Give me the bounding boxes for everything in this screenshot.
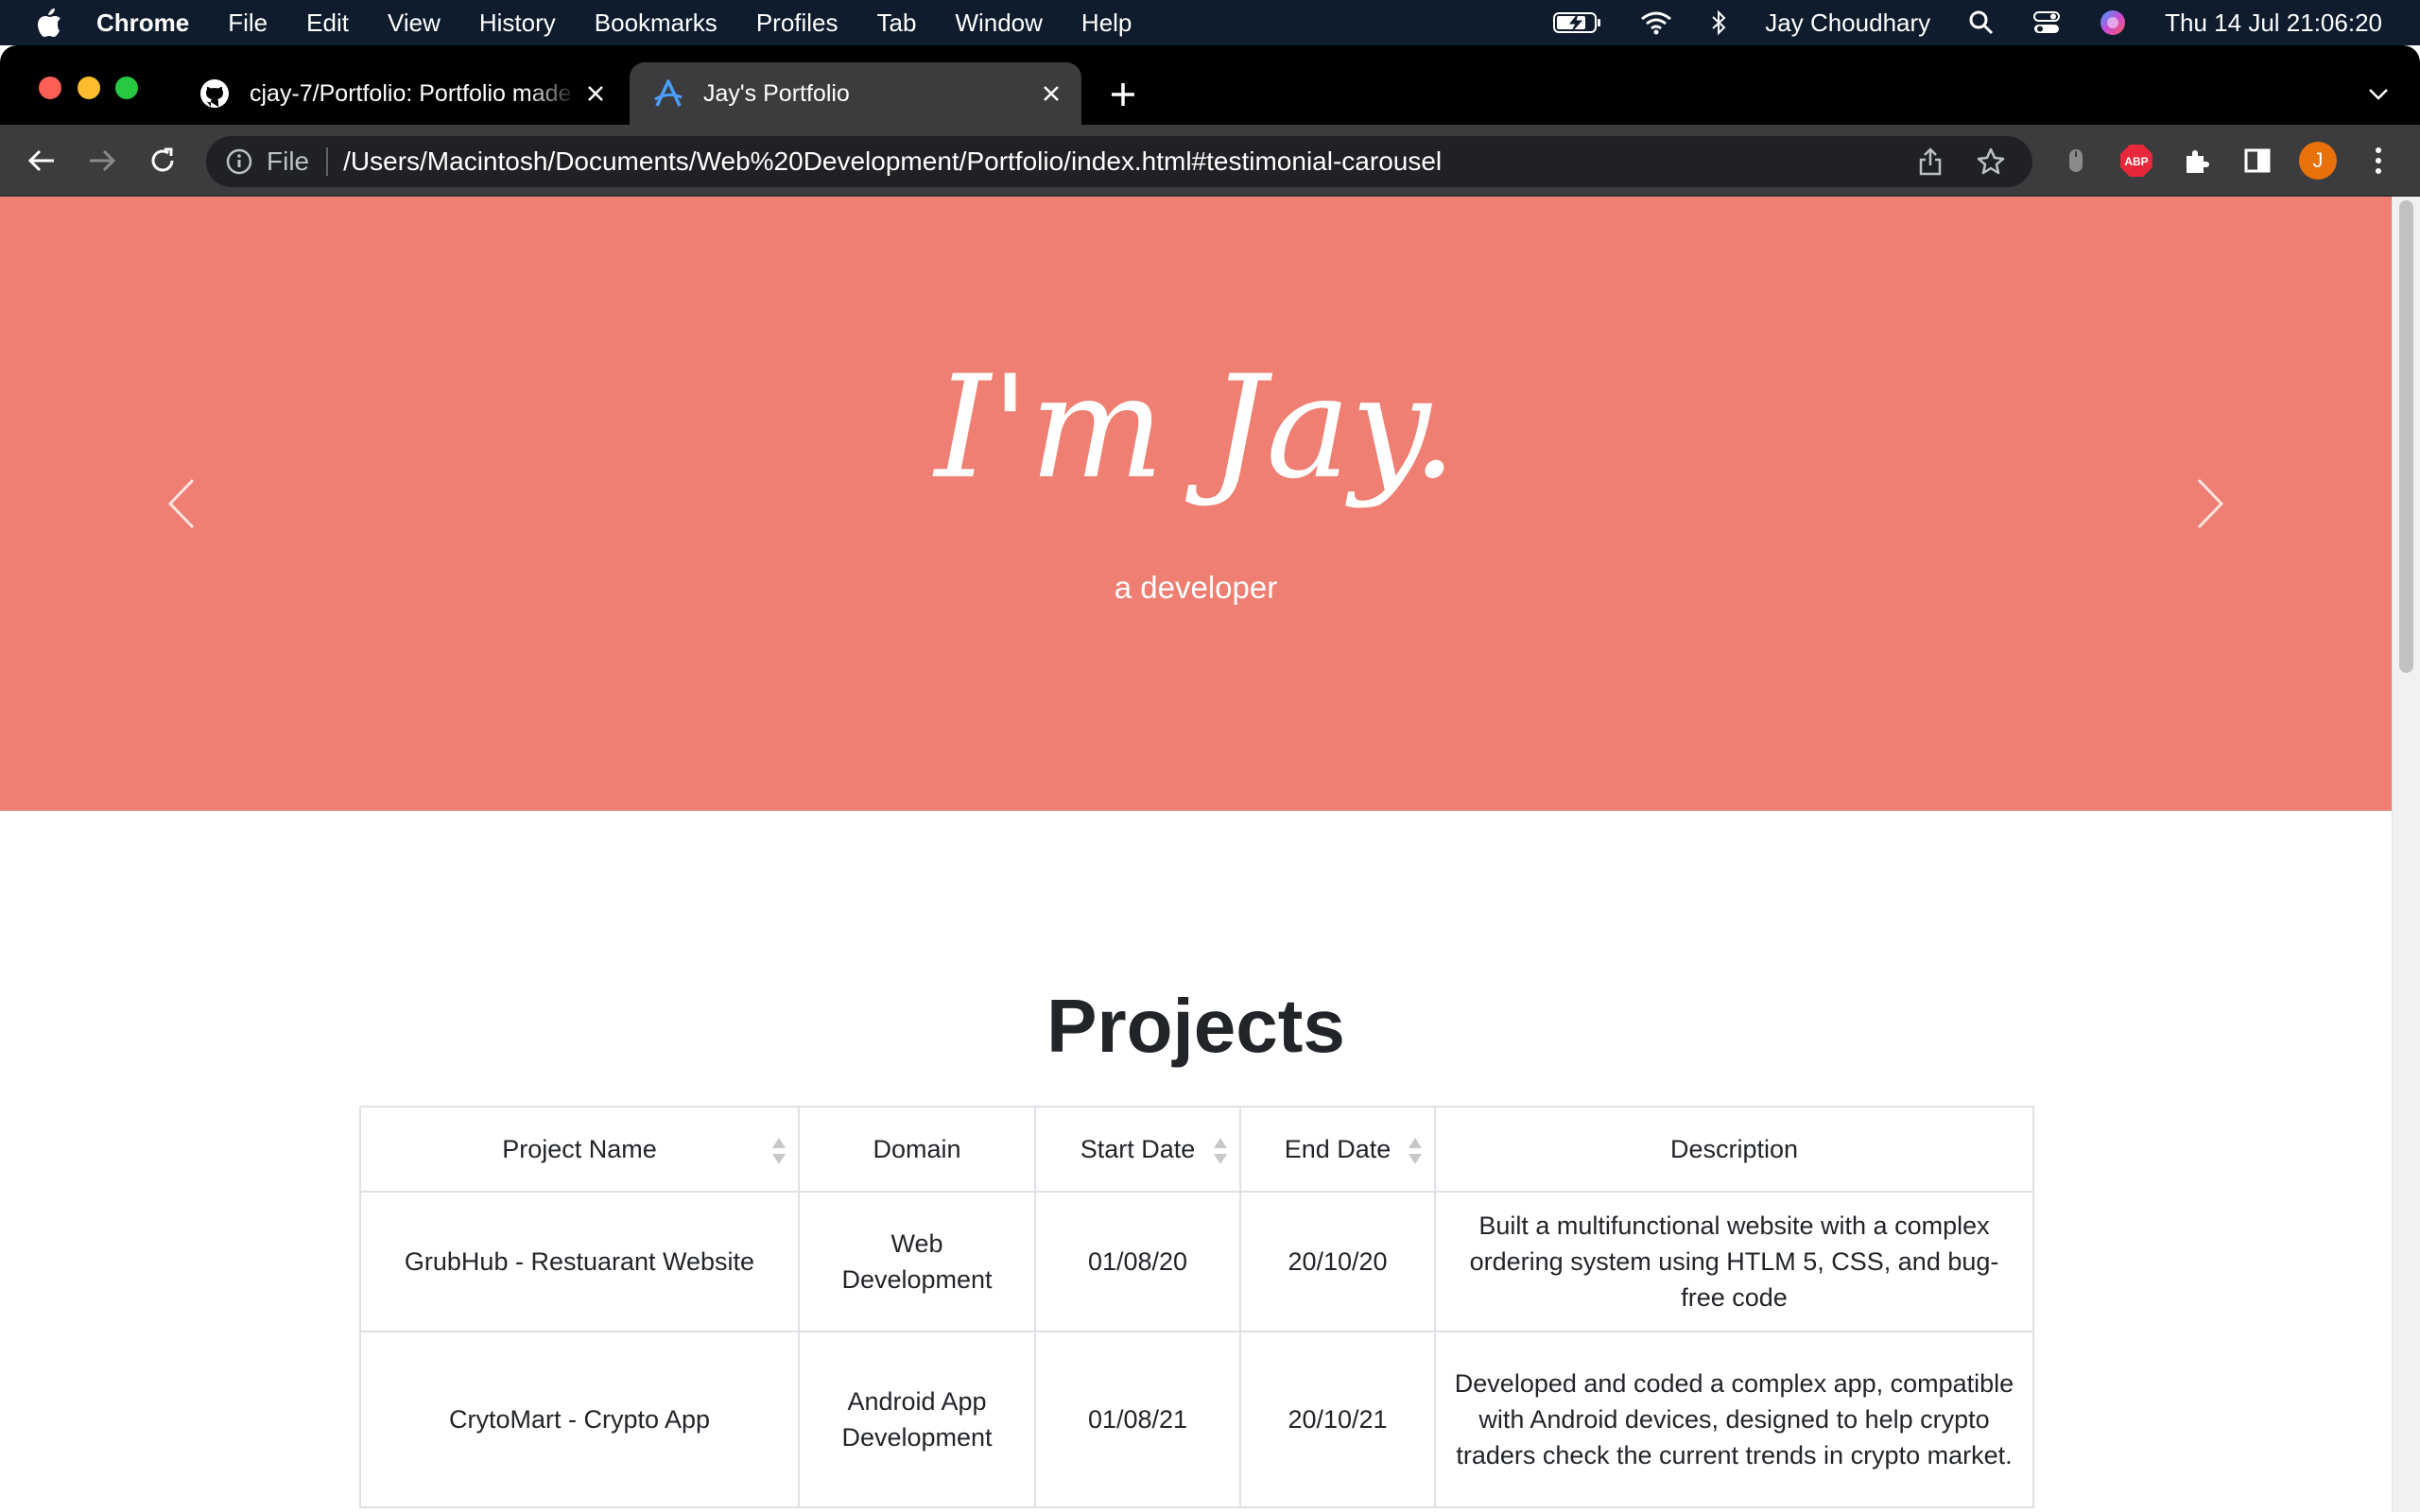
page-scrollbar[interactable] [2392,197,2420,1512]
sort-arrows-icon[interactable] [1213,1136,1228,1166]
window-close-button[interactable] [39,77,61,99]
github-icon [199,77,231,110]
cell-end-date: 20/10/21 [1239,1331,1436,1508]
menu-tab[interactable]: Tab [877,9,917,38]
menu-view[interactable]: View [388,9,441,38]
menu-profiles[interactable]: Profiles [756,9,838,38]
projects-heading: Projects [1046,984,1345,1068]
user-name[interactable]: Jay Choudhary [1765,9,1930,38]
more-options-kebab-icon[interactable] [2360,142,2397,180]
forward-arrow-icon[interactable] [83,142,121,180]
hero-title: I'm Jay. [934,346,1458,510]
url-scheme-label: File [267,146,310,176]
table-header-row: Project Name Domain Start Date End Date … [359,1106,2034,1193]
cell-project-name: GrubHub - Restuarant Website [359,1191,800,1332]
atom-icon [652,77,684,110]
apple-logo-icon[interactable] [36,8,64,38]
side-panel-icon[interactable] [2238,142,2276,180]
column-header-description: Description [1434,1106,2034,1193]
tab-title: cjay-7/Portfolio: Portfolio made using H… [250,79,577,107]
menu-help[interactable]: Help [1081,9,1132,38]
menu-app-chrome[interactable]: Chrome [96,9,189,38]
extension-mouse-icon[interactable] [2057,142,2095,180]
sort-arrows-icon[interactable] [771,1136,786,1166]
carousel-next-chevron-right-icon[interactable] [2191,475,2229,532]
new-tab-plus-icon[interactable] [1104,76,1142,113]
tab-github-portfolio[interactable]: cjay-7/Portfolio: Portfolio made using H… [176,62,626,125]
sort-arrows-icon[interactable] [1408,1136,1423,1166]
page-viewport[interactable]: I'm Jay. a developer Projects Project Na… [0,197,2420,1512]
profile-avatar[interactable]: J [2299,142,2337,180]
menu-history[interactable]: History [479,9,556,38]
browser-tab-strip: cjay-7/Portfolio: Portfolio made using H… [0,45,2420,125]
table-row: CrytoMart - Crypto App Android App Devel… [359,1331,2034,1508]
column-header-label: Domain [873,1135,961,1163]
scrollbar-thumb[interactable] [2399,200,2413,673]
column-header-domain: Domain [798,1106,1036,1193]
url-text[interactable]: /Users/Macintosh/Documents/Web%20Develop… [343,146,1442,177]
window-minimize-button[interactable] [78,77,100,99]
cell-project-name: CrytoMart - Crypto App [359,1331,800,1508]
cell-start-date: 01/08/21 [1034,1331,1241,1508]
extensions-puzzle-icon[interactable] [2178,142,2216,180]
menu-window[interactable]: Window [955,9,1042,38]
column-header-label: Project Name [502,1135,657,1163]
tab-close-icon[interactable] [577,75,614,112]
url-separator [326,147,329,176]
column-header-project-name[interactable]: Project Name [359,1106,800,1193]
cell-end-date: 20/10/20 [1239,1191,1436,1332]
projects-table: Project Name Domain Start Date End Date … [359,1106,2034,1508]
column-header-end-date[interactable]: End Date [1239,1106,1436,1193]
column-header-label: Start Date [1080,1135,1196,1163]
table-row: GrubHub - Restuarant Website Web Develop… [359,1191,2034,1332]
tab-title: Jay's Portfolio [703,79,850,107]
bookmark-star-icon[interactable] [1972,143,2010,180]
siri-icon[interactable] [2099,9,2127,37]
site-info-icon[interactable] [225,147,253,176]
spotlight-search-icon[interactable] [1968,9,1995,36]
address-bar[interactable]: File /Users/Macintosh/Documents/Web%20De… [206,136,2032,187]
share-icon[interactable] [1911,143,1949,180]
menu-file[interactable]: File [228,9,268,38]
window-zoom-button[interactable] [115,77,138,99]
column-header-start-date[interactable]: Start Date [1034,1106,1241,1193]
svg-text:ABP: ABP [2124,155,2148,168]
hero-subtitle: a developer [1114,570,1278,605]
tab-search-chevron-down-icon[interactable] [2361,77,2395,112]
menu-edit[interactable]: Edit [306,9,349,38]
browser-toolbar: File /Users/Macintosh/Documents/Web%20De… [0,125,2420,197]
menu-bookmarks[interactable]: Bookmarks [595,9,717,38]
bluetooth-icon[interactable] [1710,9,1727,36]
menubar-clock[interactable]: Thu 14 Jul 21:06:20 [2165,9,2382,38]
column-header-label: Description [1669,1135,1799,1163]
macos-menu-bar: Chrome File Edit View History Bookmarks … [0,0,2420,45]
cell-description: Built a multifunctional website with a c… [1434,1191,2034,1332]
adblock-plus-icon[interactable]: ABP [2118,142,2155,180]
cell-start-date: 01/08/20 [1034,1191,1241,1332]
hero-carousel: I'm Jay. a developer [0,197,2392,811]
cell-domain: Web Development [798,1191,1036,1332]
battery-charging-icon[interactable] [1553,10,1602,35]
tab-close-icon[interactable] [1032,75,1070,112]
control-center-icon[interactable] [2032,9,2061,36]
reload-icon[interactable] [144,142,182,180]
cell-domain: Android App Development [798,1331,1036,1508]
wifi-icon[interactable] [1640,10,1672,35]
back-arrow-icon[interactable] [23,142,60,180]
cell-description: Developed and coded a complex app, compa… [1434,1331,2034,1508]
tab-jays-portfolio[interactable]: Jay's Portfolio [630,62,1081,125]
column-header-label: End Date [1284,1135,1392,1163]
